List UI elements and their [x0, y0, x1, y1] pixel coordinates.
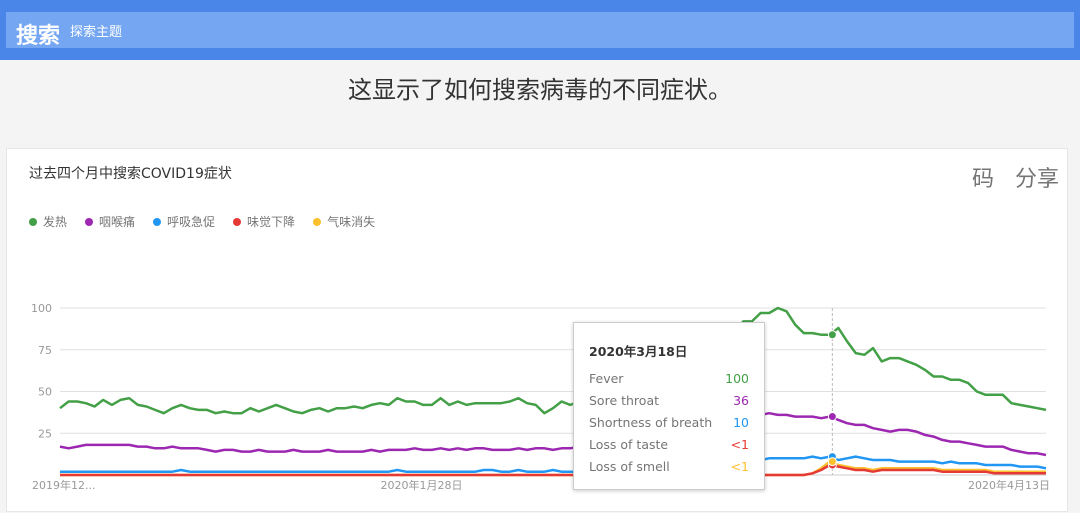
tooltip-value: 100: [725, 371, 749, 386]
tooltip-row: Loss of taste <1: [589, 437, 749, 452]
tooltip-label: Fever: [589, 371, 624, 386]
y-tick-label: 100: [31, 302, 52, 315]
tooltip-row: Loss of smell <1: [589, 459, 749, 474]
tooltip-label: Sore throat: [589, 393, 660, 408]
line-chart[interactable]: 25 50 75 100 2019年12... 2020年1月28日 2020年4月13日: [0, 0, 1080, 513]
tooltip-label: Shortness of breath: [589, 415, 713, 430]
x-tick-label: 2020年4月13日: [968, 478, 1050, 492]
tooltip-value: <1: [730, 459, 749, 474]
x-tick-label: 2020年1月28日: [381, 478, 463, 492]
tooltip-label: Loss of taste: [589, 437, 669, 452]
tooltip-value: <1: [730, 437, 749, 452]
tooltip-label: Loss of smell: [589, 459, 670, 474]
tooltip-row: Fever 100: [589, 371, 749, 386]
series-line: [59, 411, 1047, 457]
highlight-point: [827, 457, 837, 467]
highlight-point: [827, 412, 837, 422]
tooltip-value: 36: [733, 393, 749, 408]
y-tick-label: 50: [38, 386, 52, 399]
y-tick-label: 25: [38, 427, 52, 440]
highlight-point: [827, 330, 837, 340]
tooltip-date: 2020年3月18日: [589, 344, 688, 359]
x-tick-label: 2019年12...: [32, 478, 95, 492]
tooltip-row: Sore throat 36: [589, 393, 749, 408]
series-line: [60, 460, 1046, 477]
y-tick-label: 75: [38, 344, 52, 357]
tooltip-value: 10: [733, 415, 749, 430]
chart-tooltip: 2020年3月18日 Fever 100 Sore throat 36 Shor…: [573, 322, 765, 490]
tooltip-row: Shortness of breath 10: [589, 415, 749, 430]
series-line: [59, 306, 1047, 415]
